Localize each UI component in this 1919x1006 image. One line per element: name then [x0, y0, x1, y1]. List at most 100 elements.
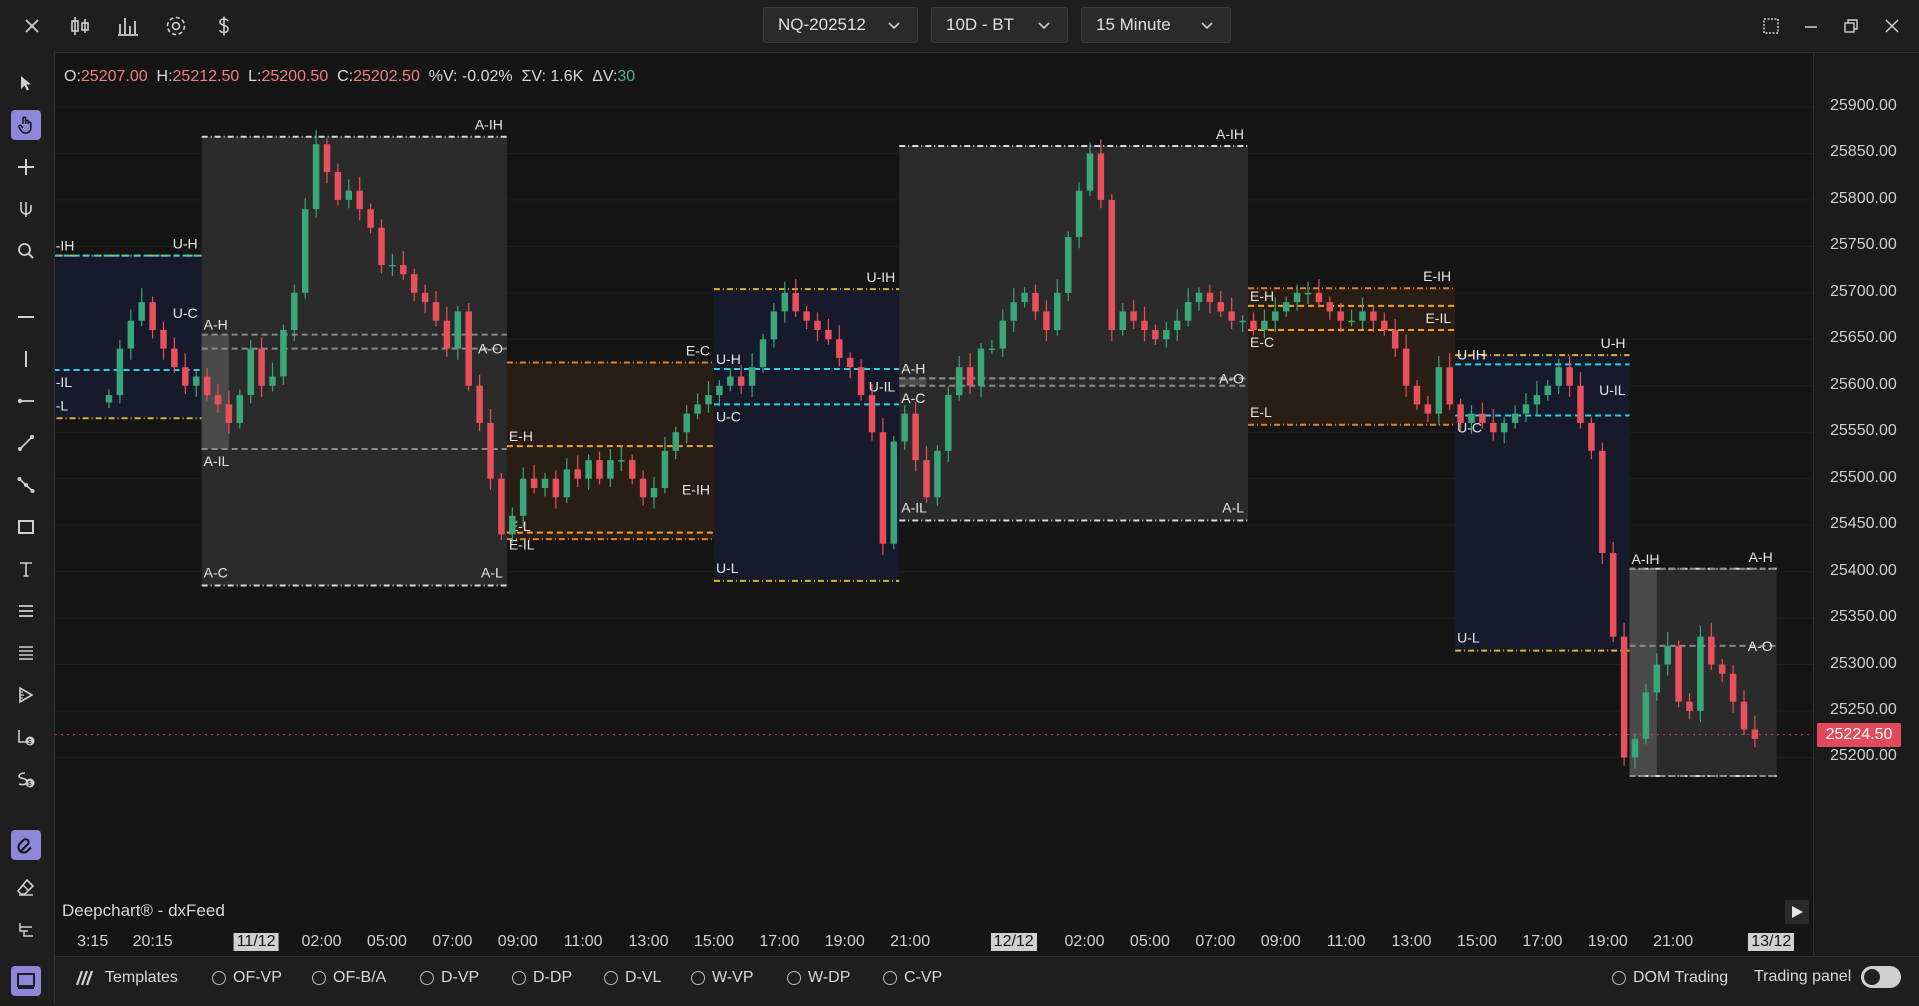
- radio-d-vl[interactable]: D-VL: [604, 969, 661, 987]
- candle-body: [1337, 311, 1344, 321]
- candle-body: [1675, 645, 1682, 702]
- session-label: E-IH: [1423, 268, 1451, 284]
- candle-body: [1751, 729, 1759, 739]
- time-tick-label: 19:00: [824, 933, 865, 950]
- candle-body: [1054, 292, 1061, 331]
- candle-body: [1173, 320, 1181, 331]
- cursor-arrow-icon[interactable]: [11, 68, 41, 98]
- candle-body: [1152, 330, 1159, 340]
- candle-body: [1032, 292, 1039, 312]
- top-toolbar: NQ-202512 10D - BT 15 Minute: [0, 0, 1919, 53]
- scroll-right-button[interactable]: [1785, 900, 1809, 924]
- candle-body: [225, 404, 233, 423]
- candlestick-chart[interactable]: U-IH U-H U-C U-IL U-L A-H A-IH A-O A-IL A-C A-L E-H…: [55, 53, 1813, 956]
- session-label: U-L: [1457, 630, 1480, 646]
- rectangle-icon[interactable]: [11, 512, 41, 542]
- path-icon[interactable]: [11, 470, 41, 500]
- maximize-icon[interactable]: [1757, 12, 1785, 40]
- time-tick-label: 05:00: [366, 933, 407, 950]
- restore-icon[interactable]: [1837, 12, 1865, 40]
- session-label: E-C: [686, 343, 710, 359]
- candle-body: [1359, 311, 1366, 321]
- range-select[interactable]: 10D - BT: [931, 7, 1068, 43]
- radio-c-vp[interactable]: C-VP: [883, 969, 942, 987]
- radio-label: C-VP: [904, 969, 943, 986]
- lines-icon[interactable]: [11, 596, 41, 626]
- radio-label: OF-B/A: [333, 969, 387, 986]
- zoom-icon[interactable]: [11, 236, 41, 266]
- candle-body: [487, 422, 494, 479]
- panel-icon[interactable]: [11, 966, 41, 996]
- candle-body: [628, 460, 636, 479]
- horizontal-line-icon[interactable]: [11, 302, 41, 332]
- text-icon[interactable]: [11, 554, 41, 584]
- candle-body: [509, 515, 516, 535]
- trend-line-icon[interactable]: [11, 428, 41, 458]
- price-buy-icon[interactable]: $: [11, 722, 41, 752]
- bar-chart-icon[interactable]: [114, 12, 142, 40]
- magnet-icon[interactable]: [11, 830, 41, 860]
- dollar-icon[interactable]: [210, 12, 238, 40]
- time-axis[interactable]: 3:15 20:15 11/12 02:00 05:00 07:00 09:00 11:00 1…: [55, 930, 1813, 956]
- eraser-icon[interactable]: [11, 872, 41, 902]
- radio-w-dp[interactable]: W-DP: [787, 969, 850, 987]
- ray-icon[interactable]: [11, 386, 41, 416]
- candlestick-icon[interactable]: [66, 12, 94, 40]
- fork-pointer-icon[interactable]: [11, 194, 41, 224]
- candle-body: [432, 302, 440, 321]
- ruler-icon[interactable]: [11, 680, 41, 710]
- candle-body: [1304, 292, 1312, 295]
- candle-body: [1108, 199, 1116, 331]
- price-tick-label: 25600.00: [1830, 375, 1897, 393]
- price-axis[interactable]: 25900.00 25850.00 25800.00 25750.00 25700.00…: [1813, 53, 1919, 956]
- candle-body: [803, 311, 810, 321]
- dom-trading-toggle[interactable]: DOM Trading: [1612, 969, 1728, 987]
- price-tick-label: 25350.00: [1830, 608, 1897, 626]
- multi-lines-icon[interactable]: [11, 638, 41, 668]
- candle-body: [1435, 367, 1443, 414]
- templates-button[interactable]: Templates: [75, 969, 178, 987]
- low-value: 25200.50: [261, 68, 329, 85]
- crosshair-icon[interactable]: [11, 152, 41, 182]
- candle-body: [1184, 302, 1192, 321]
- candle-body: [1500, 422, 1508, 433]
- radio-label: D-VL: [625, 969, 662, 986]
- trading-panel-toggle[interactable]: Trading panel: [1754, 966, 1902, 988]
- vertical-line-icon[interactable]: [11, 344, 41, 374]
- time-tick-label: 11/12: [233, 933, 279, 951]
- candle-body: [552, 478, 560, 498]
- session-label: A-IL: [204, 453, 230, 469]
- candle-body: [454, 311, 462, 349]
- radio-of-vp[interactable]: OF-VP: [212, 969, 282, 987]
- window-close-icon[interactable]: [1878, 12, 1906, 40]
- candle-body: [1119, 311, 1126, 331]
- candle-body: [618, 460, 625, 462]
- close-icon[interactable]: [18, 12, 46, 40]
- candle-body: [1413, 385, 1421, 405]
- settings-icon[interactable]: [162, 12, 190, 40]
- time-tick-label: 09:00: [497, 933, 538, 950]
- interval-select[interactable]: 15 Minute: [1081, 7, 1231, 43]
- candle-body: [988, 348, 996, 351]
- symbol-select[interactable]: NQ-202512: [763, 7, 918, 43]
- time-tick-label: 11:00: [1326, 933, 1366, 950]
- price-tick-label: 25300.00: [1830, 654, 1897, 672]
- chart-area[interactable]: U-IH U-H U-C U-IL U-L A-H A-IH A-O A-IL A-C A-L E-H…: [55, 53, 1813, 956]
- candle-body: [1239, 320, 1246, 323]
- candle-body: [1391, 330, 1399, 349]
- candle-body: [1511, 413, 1519, 423]
- candle-body: [1740, 701, 1748, 730]
- templates-icon: [75, 970, 94, 986]
- candle-body: [291, 292, 298, 331]
- radio-d-vp[interactable]: D-VP: [420, 969, 479, 987]
- hand-pointer-icon[interactable]: [11, 110, 41, 140]
- candle-body: [1228, 311, 1235, 321]
- radio-of-ba[interactable]: OF-B/A: [312, 969, 386, 987]
- minimize-icon[interactable]: [1797, 12, 1825, 40]
- radio-w-vp[interactable]: W-VP: [691, 969, 753, 987]
- radio-d-dp[interactable]: D-DP: [512, 969, 572, 987]
- candle-body: [934, 450, 941, 498]
- layers-icon[interactable]: [11, 914, 41, 944]
- session-label: A-H: [1749, 549, 1773, 565]
- price-sell-icon[interactable]: $: [11, 764, 41, 794]
